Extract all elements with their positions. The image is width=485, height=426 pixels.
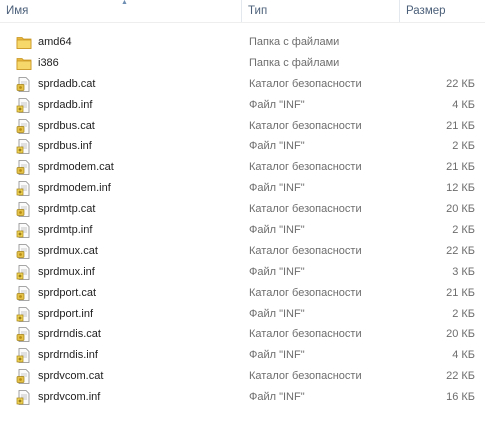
cat-file-icon	[16, 160, 32, 176]
inf-file-icon	[16, 348, 32, 364]
file-row[interactable]: sprdport.inf Файл "INF" 2 КБ	[0, 304, 485, 325]
file-name: sprdport.cat	[38, 286, 97, 299]
file-name: sprdmodem.inf	[38, 182, 111, 195]
file-size: 3 КБ	[452, 265, 475, 278]
cat-file-icon	[16, 369, 32, 385]
file-list: amd64 Папка с файлами i386 Папка с файла…	[0, 32, 485, 408]
file-size: 2 КБ	[452, 307, 475, 320]
file-row[interactable]: sprdrndis.cat Каталог безопасности 20 КБ	[0, 324, 485, 345]
file-size: 21 КБ	[446, 161, 475, 174]
file-type: Файл "INF"	[249, 98, 305, 111]
file-size: 4 КБ	[452, 98, 475, 111]
file-name: sprdadb.cat	[38, 77, 96, 90]
file-row[interactable]: sprdmux.inf Файл "INF" 3 КБ	[0, 262, 485, 283]
file-name: sprdrndis.cat	[38, 328, 101, 341]
file-name: sprdmtp.inf	[38, 224, 93, 237]
file-row[interactable]: sprdmtp.cat Каталог безопасности 20 КБ	[0, 199, 485, 220]
file-type: Папка с файлами	[249, 36, 340, 48]
file-size: 22 КБ	[446, 370, 475, 383]
folder-icon	[16, 35, 32, 50]
folder-icon	[16, 56, 32, 71]
file-size: 21 КБ	[446, 119, 475, 132]
cat-file-icon	[16, 244, 32, 259]
file-row[interactable]: sprdvcom.inf Файл "INF" 16 КБ	[0, 387, 485, 408]
file-type: Файл "INF"	[249, 182, 305, 195]
file-row[interactable]: amd64 Папка с файлами	[0, 32, 485, 53]
file-name: sprdadb.inf	[38, 98, 93, 111]
file-name: sprdmodem.cat	[38, 161, 114, 174]
file-size: 2 КБ	[452, 224, 475, 237]
sort-ascending-icon: ▲	[121, 0, 128, 6]
inf-file-icon	[16, 223, 32, 238]
file-name: sprdvcom.cat	[38, 370, 104, 383]
file-type: Файл "INF"	[249, 140, 305, 153]
column-header-size[interactable]: Размер	[400, 0, 485, 23]
cat-file-icon	[16, 327, 32, 343]
file-row[interactable]: sprdvcom.cat Каталог безопасности 22 КБ	[0, 366, 485, 387]
file-name: sprdmtp.cat	[38, 203, 96, 216]
file-name: sprdmux.cat	[38, 244, 98, 257]
file-size: 16 КБ	[446, 391, 475, 404]
inf-file-icon	[16, 390, 32, 406]
file-type: Каталог безопасности	[249, 370, 362, 383]
file-type: Каталог безопасности	[249, 286, 362, 299]
file-name: sprdport.inf	[38, 307, 94, 320]
file-type: Файл "INF"	[249, 349, 305, 362]
file-type: Каталог безопасности	[249, 77, 362, 90]
file-name: sprdrndis.inf	[38, 349, 98, 362]
file-size: 4 КБ	[452, 349, 475, 362]
inf-file-icon	[16, 264, 32, 280]
cat-file-icon	[16, 285, 32, 301]
column-header-type[interactable]: Тип	[242, 0, 400, 23]
inf-file-icon	[16, 97, 32, 113]
cat-file-icon	[16, 118, 32, 134]
file-row[interactable]: sprdmtp.inf Файл "INF" 2 КБ	[0, 220, 485, 241]
file-type: Каталог безопасности	[249, 161, 362, 174]
file-size: 22 КБ	[446, 244, 475, 257]
file-size: 22 КБ	[446, 77, 475, 90]
file-row[interactable]: sprdport.cat Каталог безопасности 21 КБ	[0, 283, 485, 304]
file-row[interactable]: sprdadb.inf Файл "INF" 4 КБ	[0, 95, 485, 116]
file-row[interactable]: i386 Папка с файлами	[0, 53, 485, 74]
file-row[interactable]: sprdrndis.inf Файл "INF" 4 КБ	[0, 345, 485, 366]
file-size: 12 КБ	[446, 182, 475, 195]
file-name: sprdvcom.inf	[38, 391, 101, 404]
file-type: Каталог безопасности	[249, 244, 362, 257]
file-name: i386	[38, 56, 59, 69]
file-row[interactable]: sprdmodem.inf Файл "INF" 12 КБ	[0, 178, 485, 199]
file-size: 21 КБ	[446, 286, 475, 299]
file-name: sprdmux.inf	[38, 265, 95, 278]
file-type: Каталог безопасности	[249, 328, 362, 341]
file-size	[400, 53, 475, 74]
file-type: Файл "INF"	[249, 307, 305, 320]
inf-file-icon	[16, 306, 32, 322]
file-type: Папка с файлами	[249, 56, 340, 69]
file-type: Файл "INF"	[249, 265, 305, 278]
file-size: 20 КБ	[446, 328, 475, 341]
file-size: 20 КБ	[446, 203, 475, 216]
file-size: 2 КБ	[452, 140, 475, 153]
column-header-bar: Имя ▲ Тип Размер	[0, 0, 485, 23]
file-row[interactable]: sprdadb.cat Каталог безопасности 22 КБ	[0, 74, 485, 95]
file-row[interactable]: sprdbus.cat Каталог безопасности 21 КБ	[0, 116, 485, 137]
file-type: Файл "INF"	[249, 391, 305, 404]
file-type: Каталог безопасности	[249, 119, 362, 132]
file-row[interactable]: sprdmodem.cat Каталог безопасности 21 КБ	[0, 157, 485, 178]
file-name: sprdbus.cat	[38, 119, 95, 132]
file-name: sprdbus.inf	[38, 140, 92, 153]
cat-file-icon	[16, 202, 32, 218]
file-type: Файл "INF"	[249, 224, 305, 237]
inf-file-icon	[16, 139, 32, 155]
file-name: amd64	[38, 36, 72, 48]
file-type: Каталог безопасности	[249, 203, 362, 216]
file-row[interactable]: sprdmux.cat Каталог безопасности 22 КБ	[0, 241, 485, 262]
file-row[interactable]: sprdbus.inf Файл "INF" 2 КБ	[0, 136, 485, 157]
file-size	[400, 32, 475, 53]
cat-file-icon	[16, 76, 32, 92]
inf-file-icon	[16, 181, 32, 197]
